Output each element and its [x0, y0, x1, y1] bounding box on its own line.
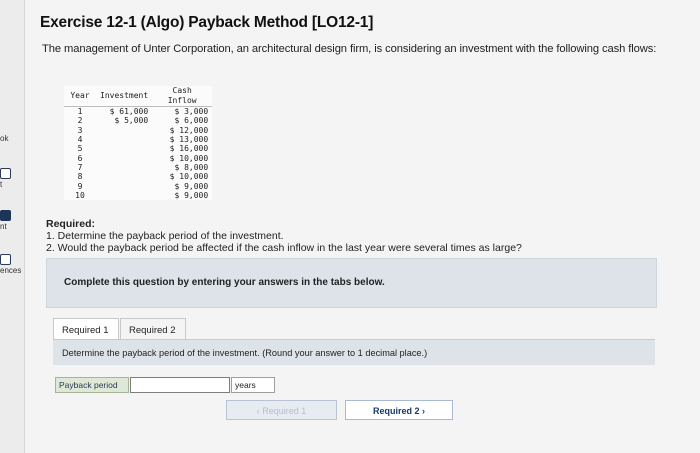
required-section: Required: 1. Determine the payback perio… [46, 218, 522, 254]
tab-instruction-box: Determine the payback period of the inve… [53, 340, 655, 365]
table-header-row: Year Investment Cash Inflow [64, 86, 213, 107]
col-header-investment: Investment [96, 86, 153, 107]
required-item-2: 2. Would the payback period be affected … [46, 241, 522, 254]
cell-year: 3 [77, 125, 83, 135]
cell-investment [96, 154, 152, 163]
required-item-1: 1. Determine the payback period of the i… [46, 229, 284, 242]
tab-required-2[interactable]: Required 2 [120, 318, 186, 340]
cell-year: 9 [77, 181, 83, 191]
cell-inflow: $ 13,000 [169, 135, 209, 145]
cell-investment: $ 5,000 [114, 116, 149, 126]
complete-instructions-text: Complete this question by entering your … [64, 277, 385, 288]
cell-investment [96, 182, 152, 191]
table-row: 4 $ 13,000 [64, 135, 212, 144]
cell-investment [96, 163, 152, 172]
payback-period-input[interactable] [130, 377, 230, 393]
document-icon[interactable] [0, 210, 11, 221]
payback-period-unit: years [231, 377, 275, 393]
sidebar-item-references[interactable]: ences [0, 266, 21, 275]
cell-year: 7 [77, 163, 83, 173]
cell-inflow: $ 3,000 [174, 107, 209, 116]
cell-inflow: $ 16,000 [169, 144, 209, 154]
payback-period-label: Payback period [55, 377, 129, 393]
table-row: 7 $ 8,000 [64, 163, 212, 172]
cash-flow-table: Year Investment Cash Inflow 1 $ 61,000 $ 3… [64, 86, 213, 201]
cell-inflow: $ 9,000 [174, 181, 209, 191]
page-title: Exercise 12-1 (Algo) Payback Method [LO1… [40, 14, 374, 31]
table-row: 3 $ 12,000 [64, 126, 212, 135]
cell-inflow: $ 12,000 [169, 125, 209, 135]
table-row: 10 $ 9,000 [64, 191, 212, 200]
tab-instruction-text: Determine the payback period of the inve… [62, 348, 428, 358]
cell-year: 4 [77, 135, 83, 145]
cell-investment [96, 126, 152, 135]
cell-investment [96, 144, 152, 153]
table-row: 8 $ 10,000 [64, 172, 212, 181]
table-row: 1 $ 61,000 $ 3,000 [64, 107, 212, 117]
cell-year: 8 [77, 172, 83, 182]
sidebar-item-print[interactable]: t [0, 180, 2, 189]
prev-required-button[interactable]: ‹ Required 1 [226, 400, 337, 420]
cell-inflow: $ 9,000 [174, 191, 209, 201]
cell-inflow: $ 6,000 [174, 116, 209, 126]
intro-text: The management of Unter Corporation, an … [42, 43, 657, 55]
sidebar-item-label: nt [0, 222, 7, 231]
cell-year: 5 [77, 144, 83, 154]
sidebar: ok t nt ences [0, 0, 25, 453]
print-icon[interactable] [0, 168, 11, 179]
cell-inflow: $ 10,000 [169, 172, 209, 182]
sidebar-item-label: ences [0, 266, 22, 275]
sidebar-item-label: t [0, 180, 3, 189]
cell-inflow: $ 8,000 [174, 163, 209, 173]
col-header-year: Year [64, 86, 96, 107]
cell-investment [96, 191, 152, 200]
cell-investment [96, 135, 152, 144]
cell-year: 6 [77, 153, 83, 163]
cell-investment [96, 172, 152, 181]
tab-required-1[interactable]: Required 1 [53, 318, 119, 340]
cell-investment: $ 61,000 [109, 107, 149, 116]
complete-instructions-box: Complete this question by entering your … [46, 258, 657, 308]
table-row: 6 $ 10,000 [64, 154, 212, 163]
table-row: 2 $ 5,000 $ 6,000 [64, 116, 212, 125]
next-required-button[interactable]: Required 2 › [345, 400, 453, 420]
table-row: 5 $ 16,000 [64, 144, 212, 153]
col-header-inflow: Cash Inflow [152, 86, 213, 107]
cell-year: 10 [75, 191, 85, 201]
cell-year: 2 [77, 116, 83, 126]
references-icon[interactable] [0, 254, 11, 265]
table-row: 9 $ 9,000 [64, 182, 212, 191]
cell-year: 1 [77, 107, 83, 116]
sidebar-item-print-doc[interactable]: nt [0, 222, 7, 231]
cell-inflow: $ 10,000 [169, 153, 209, 163]
sidebar-item-label: ok [0, 134, 9, 143]
sidebar-item-book[interactable]: ok [0, 134, 8, 143]
